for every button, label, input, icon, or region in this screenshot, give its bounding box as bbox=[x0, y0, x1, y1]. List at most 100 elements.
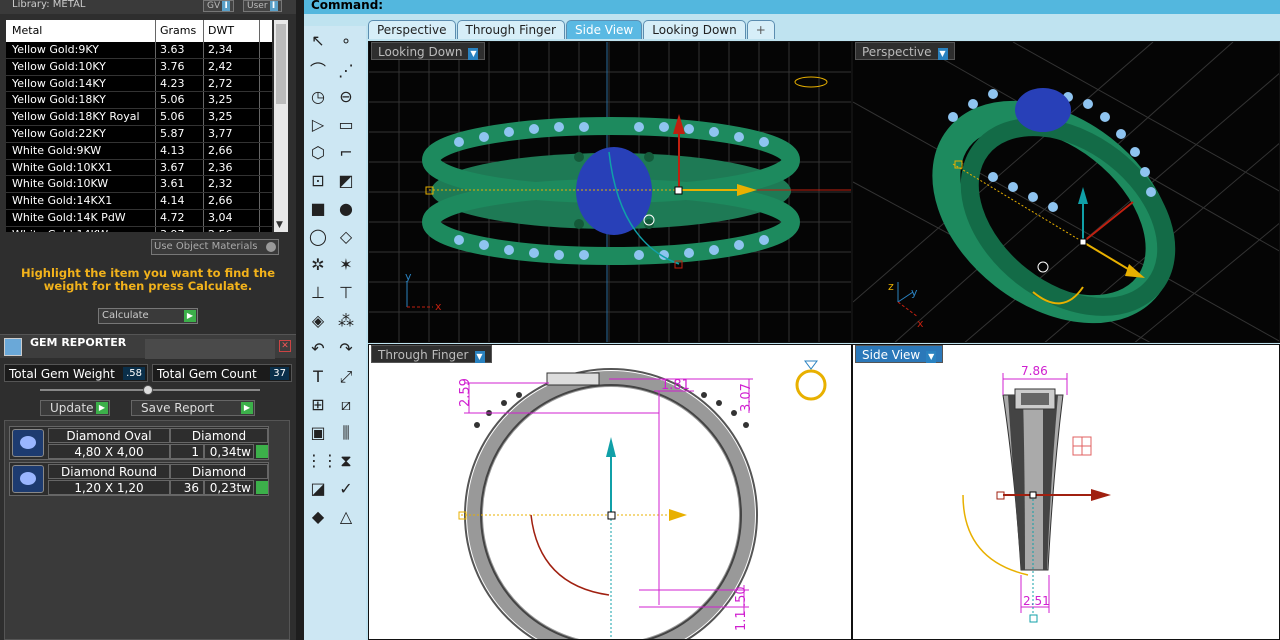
plane-icon[interactable]: ◇ bbox=[334, 226, 358, 248]
tab-through-finger[interactable]: Through Finger bbox=[456, 20, 565, 39]
gear-icon[interactable]: ✲ bbox=[306, 254, 330, 276]
user-toggle[interactable]: User I bbox=[243, 0, 282, 12]
edit-points-icon[interactable]: ⊡ bbox=[306, 170, 330, 192]
gem-size: 4,80 X 4,00 bbox=[48, 444, 170, 459]
col-header[interactable]: Grams bbox=[156, 20, 204, 42]
tab-looking-down[interactable]: Looking Down bbox=[643, 20, 746, 39]
light-icon[interactable]: △ bbox=[334, 506, 358, 528]
dropdown-icon[interactable]: ▼ bbox=[926, 351, 937, 363]
viewport-looking-down[interactable]: Looking Down ▼ y x bbox=[368, 41, 852, 343]
close-icon[interactable]: ✕ bbox=[279, 340, 291, 352]
dropdown-icon[interactable]: ▼ bbox=[474, 351, 485, 363]
mirror-icon[interactable]: ⊤ bbox=[334, 282, 358, 304]
metal-cell: Yellow Gold:14KY bbox=[6, 75, 156, 92]
metal-cell: 3,04 bbox=[204, 209, 260, 226]
viewport-perspective[interactable]: Perspective ▼ z y x bbox=[852, 41, 1280, 343]
total-gem-count: Total Gem Count 37 bbox=[152, 364, 292, 382]
measure-icon[interactable]: ⧄ bbox=[334, 394, 358, 416]
point-icon[interactable]: ∘ bbox=[334, 30, 358, 52]
gv-toggle[interactable]: GV I bbox=[203, 0, 235, 12]
dropdown-icon[interactable]: ▼ bbox=[468, 48, 479, 60]
grid-icon[interactable]: ⋮⋮ bbox=[306, 450, 338, 472]
solid-icon[interactable]: ▣ bbox=[306, 422, 330, 444]
save-report-button[interactable]: Save Report ▶ bbox=[131, 400, 255, 416]
metal-row[interactable]: Yellow Gold:10KY 3.76 2,42 bbox=[6, 58, 272, 76]
polygon-icon[interactable]: ⬡ bbox=[306, 142, 330, 164]
arc-icon[interactable]: ▷ bbox=[306, 114, 330, 136]
viewport-side-view[interactable]: Side View ▼ 7.86 2.51 bbox=[852, 344, 1280, 640]
align-icon[interactable]: ⊥ bbox=[306, 282, 330, 304]
curve-points-icon[interactable]: ⋰ bbox=[334, 60, 358, 82]
metal-row[interactable]: Yellow Gold:18KY Royal 5.06 3,25 bbox=[6, 109, 272, 126]
chain-icon[interactable]: ⧗ bbox=[334, 450, 358, 472]
tab-perspective[interactable]: Perspective bbox=[368, 20, 456, 39]
sweep-icon[interactable]: ↷ bbox=[334, 338, 358, 360]
metal-row[interactable]: White Gold:10KX1 3.67 2,36 bbox=[6, 159, 272, 177]
text-icon[interactable]: T bbox=[306, 366, 330, 388]
metal-row[interactable]: Yellow Gold:9KY 3.63 2,34 bbox=[6, 42, 272, 59]
col-header[interactable]: DWT bbox=[204, 20, 260, 42]
scroll-down-icon[interactable]: ▼ bbox=[276, 220, 283, 230]
axis-y-label: y bbox=[911, 286, 918, 299]
metal-row[interactable]: Yellow Gold:18KY 5.06 3,25 bbox=[6, 92, 272, 110]
metal-row[interactable]: White Gold:14K PdW 4.72 3,04 bbox=[6, 209, 272, 227]
viewport-label[interactable]: Side View ▼ bbox=[855, 345, 944, 363]
check-icon[interactable]: ✓ bbox=[334, 478, 358, 500]
metal-cell: Yellow Gold:9KY bbox=[6, 42, 156, 58]
dropdown-icon[interactable]: ▼ bbox=[937, 48, 948, 60]
rectangle-icon[interactable]: ▭ bbox=[334, 114, 358, 136]
slider-knob[interactable] bbox=[143, 385, 153, 395]
render-icon[interactable]: ◆ bbox=[306, 506, 330, 528]
scroll-thumb[interactable] bbox=[276, 24, 286, 104]
tab-side-view[interactable]: Side View bbox=[566, 20, 643, 39]
metal-table-scrollbar[interactable]: ▼ bbox=[274, 20, 288, 232]
gem-slider[interactable] bbox=[40, 385, 260, 395]
comb-icon[interactable]: ⫼ bbox=[334, 422, 358, 444]
fillet-icon[interactable]: ⌐ bbox=[334, 142, 358, 164]
add-tab-button[interactable]: + bbox=[746, 20, 775, 39]
col-header[interactable]: Metal bbox=[6, 20, 156, 42]
gem-entry[interactable]: Diamond Round Diamond 1,20 X 1,20 36 0,2… bbox=[9, 462, 269, 496]
gem-name: Diamond Round bbox=[48, 464, 170, 479]
gem-reporter-icon bbox=[4, 338, 22, 356]
command-bar[interactable]: Command: bbox=[304, 0, 1280, 14]
select-arrow-icon[interactable]: ↖ bbox=[306, 30, 330, 52]
prongs-icon[interactable]: ⁂ bbox=[334, 310, 358, 332]
box-icon[interactable]: ■ bbox=[306, 198, 330, 220]
cylinder-icon[interactable]: ◯ bbox=[306, 226, 330, 248]
circle-icon[interactable]: ◷ bbox=[306, 86, 330, 108]
library-label: Library: METAL bbox=[12, 0, 86, 10]
gem-icon[interactable]: ◈ bbox=[306, 310, 330, 332]
metal-row[interactable]: White Gold:9KW 4.13 2,66 bbox=[6, 142, 272, 160]
rail-icon[interactable]: ↶ bbox=[306, 338, 330, 360]
metal-row[interactable]: White Gold:10KW 3.61 2,32 bbox=[6, 176, 272, 194]
gem-name: Diamond Oval bbox=[48, 428, 170, 443]
viewport-label[interactable]: Perspective ▼ bbox=[855, 42, 955, 60]
calculate-button[interactable]: Calculate ▶ bbox=[98, 308, 198, 324]
viewport-through-finger[interactable]: Through Finger ▼ 2.59 1.81 3.07 .50 1.1 bbox=[368, 344, 852, 640]
metal-row[interactable]: Yellow Gold:22KY 5.87 3,77 bbox=[6, 125, 272, 143]
sphere-icon[interactable]: ● bbox=[334, 198, 358, 220]
metal-row[interactable]: Yellow Gold:14KY 4.23 2,72 bbox=[6, 75, 272, 93]
surface-icon[interactable]: ◩ bbox=[334, 170, 358, 192]
update-button[interactable]: Update ▶ bbox=[40, 400, 110, 416]
dimension-icon[interactable]: ⤢ bbox=[334, 366, 358, 388]
perspective-canvas: z y x bbox=[853, 42, 1279, 342]
panel-divider[interactable] bbox=[296, 0, 304, 640]
axis-z-label: z bbox=[888, 280, 894, 293]
metal-row[interactable]: White Gold:14KX1 4.14 2,66 bbox=[6, 193, 272, 210]
polyline-icon[interactable]: ⌒ bbox=[306, 60, 330, 82]
boolean-icon[interactable]: ✶ bbox=[334, 254, 358, 276]
ellipse-icon[interactable]: ⊖ bbox=[334, 86, 358, 108]
deform-icon[interactable]: ◪ bbox=[306, 478, 330, 500]
metal-row[interactable]: White Gold:14KW3.972,56 bbox=[6, 226, 272, 232]
viewport-label[interactable]: Looking Down ▼ bbox=[371, 42, 486, 60]
use-object-materials-toggle[interactable]: Use Object Materials bbox=[151, 239, 279, 255]
select-gem-button[interactable] bbox=[256, 445, 268, 458]
array-icon[interactable]: ⊞ bbox=[306, 394, 330, 416]
gem-entry[interactable]: Diamond Oval Diamond 4,80 X 4,00 1 0,34t… bbox=[9, 426, 269, 460]
oval-gem-icon bbox=[12, 429, 44, 457]
metal-table[interactable]: Metal Grams DWT Yellow Gold:9KY 3.63 2,34 Y… bbox=[6, 20, 272, 232]
select-gem-button[interactable] bbox=[256, 481, 268, 494]
viewport-label[interactable]: Through Finger ▼ bbox=[371, 345, 492, 363]
